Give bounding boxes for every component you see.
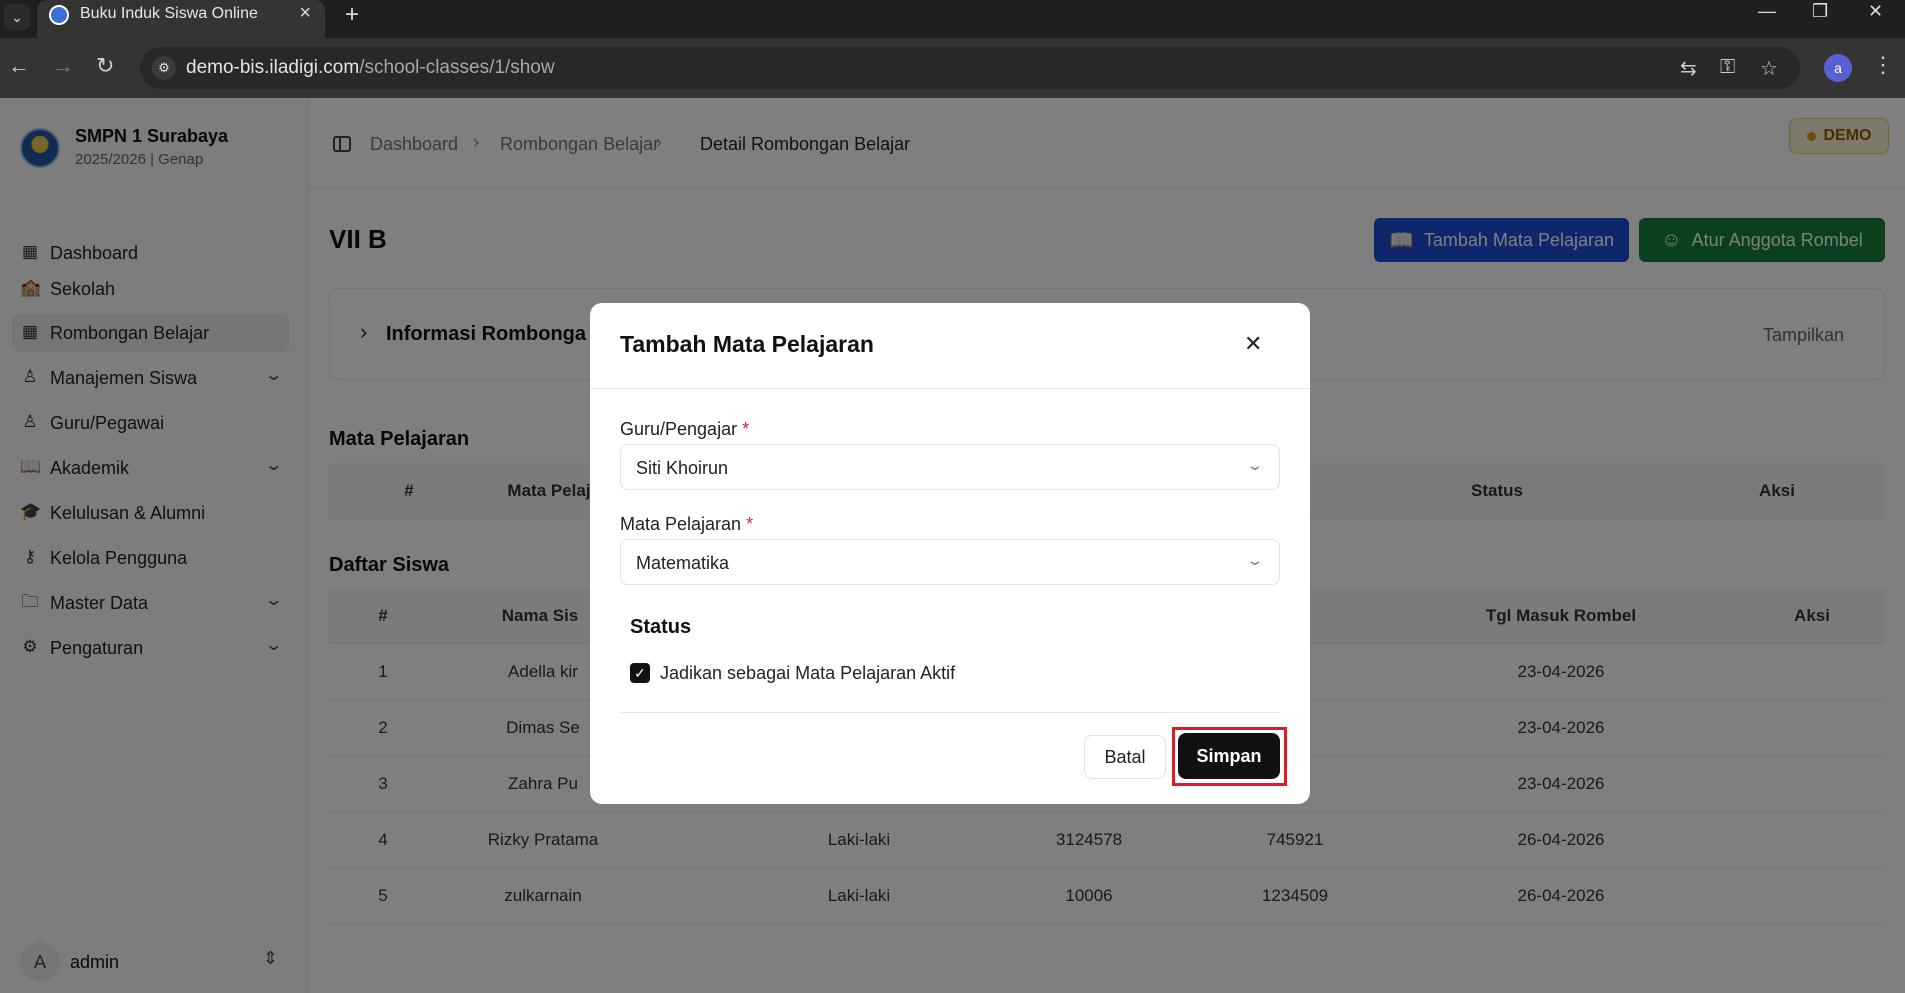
modal-divider [620,712,1280,713]
subject-select-value: Matematika [636,553,730,573]
modal-divider [590,388,1310,389]
active-subject-label[interactable]: Jadikan sebagai Mata Pelajaran Aktif [660,663,955,684]
modal-title: Tambah Mata Pelajaran [620,331,874,357]
chevron-down-icon: ⌄ [1246,457,1264,473]
profile-avatar[interactable]: a [1824,54,1852,82]
window-close-icon[interactable]: ✕ [1868,1,1883,22]
forward-icon[interactable]: → [52,55,74,77]
password-key-icon[interactable]: ⚿ [1720,56,1735,79]
favicon-icon [49,5,69,25]
tab-close-icon[interactable]: × [299,2,311,25]
browser-tab[interactable]: Buku Induk Siswa Online × [37,0,325,38]
add-subject-modal: Tambah Mata Pelajaran ✕ Guru/Pengajar * … [590,303,1310,804]
url-text[interactable]: demo-bis.iladigi.com/school-classes/1/sh… [186,57,555,79]
subject-select[interactable]: Matematika ⌄ [620,539,1280,585]
close-icon[interactable]: ✕ [1244,331,1262,357]
save-button[interactable]: Simpan [1178,733,1280,779]
chevron-down-icon: ⌄ [1246,552,1264,568]
tab-search-chevron-icon[interactable]: ⌄ [4,4,30,30]
browser-toolbar: ← → ↻ ⚙ demo-bis.iladigi.com/school-clas… [0,38,1905,98]
browser-tabstrip: ⌄ Buku Induk Siswa Online × + — ❐ ✕ [0,0,1905,38]
back-icon[interactable]: ← [8,55,30,77]
reload-icon[interactable]: ↻ [96,55,114,77]
translate-icon[interactable]: ⇆ [1680,56,1697,81]
teacher-select-value: Siti Khoirun [636,458,729,478]
browser-menu-icon[interactable]: ⋮ [1872,52,1894,78]
address-bar[interactable]: ⚙ demo-bis.iladigi.com/school-classes/1/… [140,47,1800,89]
tab-title: Buku Induk Siswa Online [80,5,258,22]
status-title: Status [630,616,692,638]
restore-icon[interactable]: ❐ [1812,1,1828,22]
new-tab-icon[interactable]: + [345,1,359,29]
teacher-select[interactable]: Siti Khoirun ⌄ [620,444,1280,490]
minimize-icon[interactable]: — [1758,1,1776,22]
cancel-button[interactable]: Batal [1084,735,1166,779]
site-info-icon[interactable]: ⚙ [152,56,176,80]
bookmark-star-icon[interactable]: ☆ [1760,56,1778,81]
teacher-label: Guru/Pengajar * [620,419,750,439]
active-subject-checkbox[interactable]: ✓ [630,663,650,683]
subject-label: Mata Pelajaran * [620,514,754,534]
